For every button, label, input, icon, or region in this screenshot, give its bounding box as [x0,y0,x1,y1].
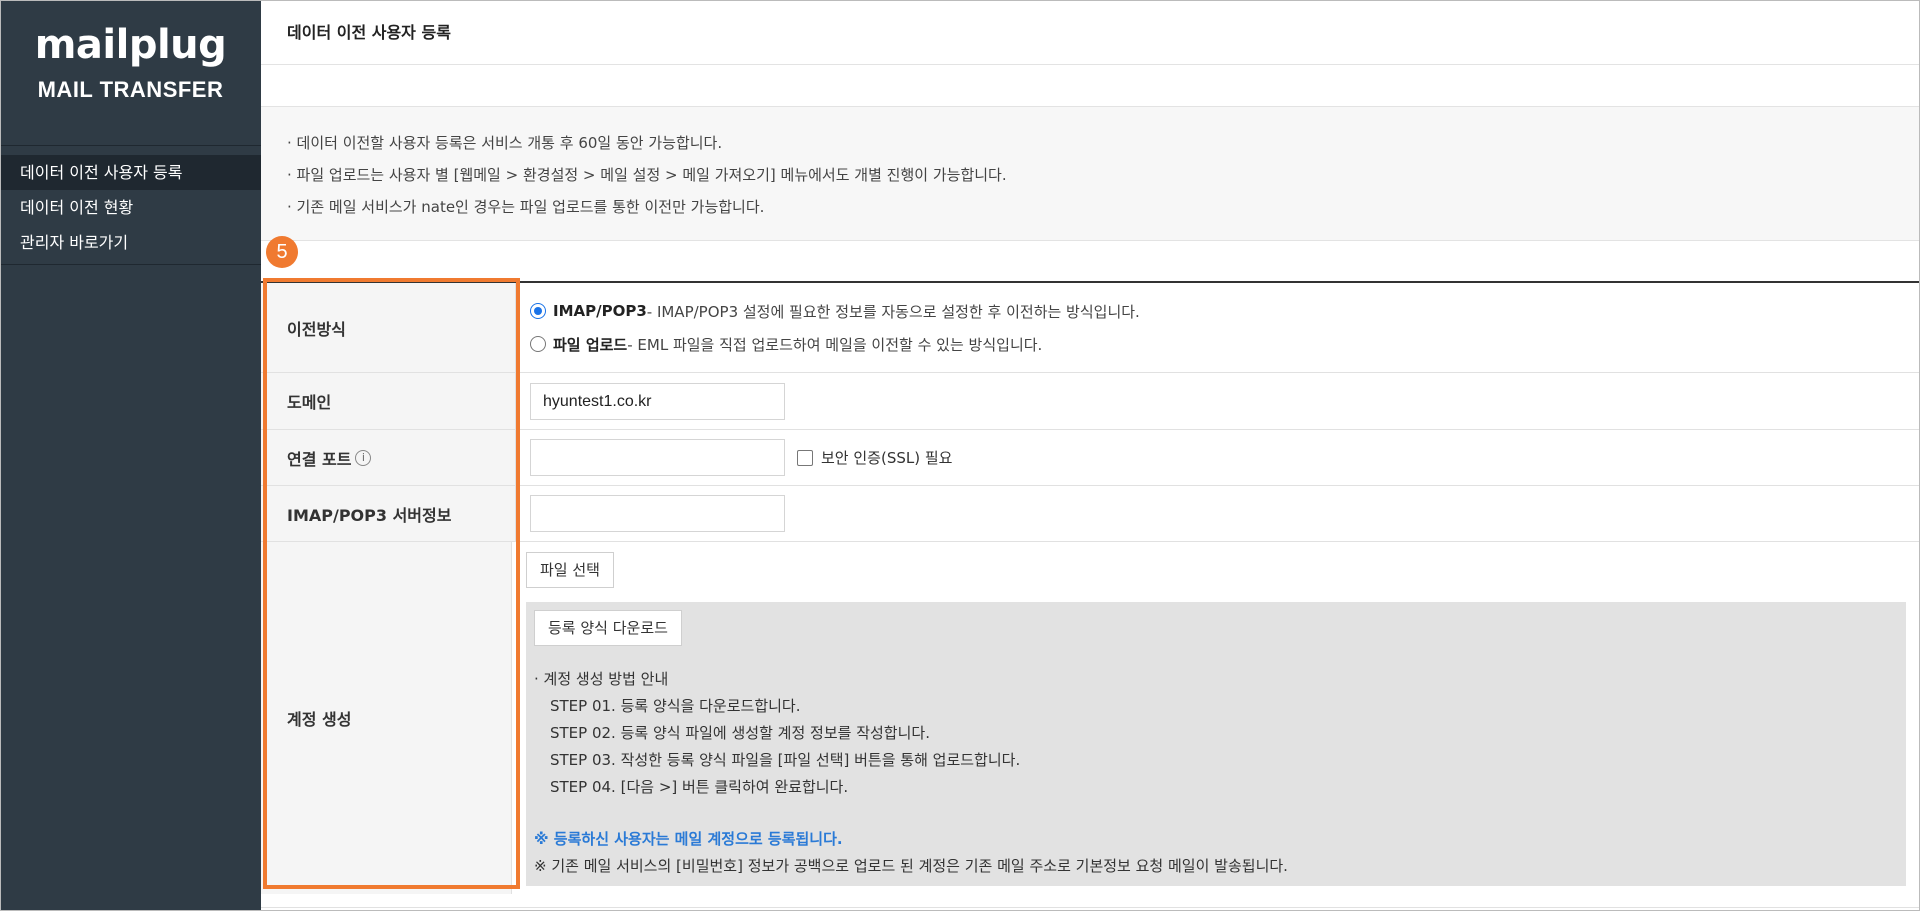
file-select-button[interactable]: 파일 선택 [526,552,614,588]
port-value-cell: 보안 인증(SSL) 필요 [516,430,1920,485]
guide-step: STEP 02. 등록 양식 파일에 생성할 계정 정보를 작성합니다. [550,724,930,742]
guide-note: ※ 기존 메일 서비스의 [비밀번호] 정보가 공백으로 업로드 된 계정은 기… [534,857,1288,875]
radio-imap[interactable] [530,303,546,319]
header-spacer [261,65,1920,106]
guide-step: STEP 01. 등록 양식을 다운로드합니다. [550,697,801,715]
notice-line: · 파일 업로드는 사용자 별 [웹메일 > 환경설정 > 메일 설정 > 메일… [287,166,1007,184]
guide-note-highlight: ※ 등록하신 사용자는 메일 계정으로 등록됩니다. [534,830,843,848]
nav-divider [0,264,261,265]
bottom-divider [261,907,1920,908]
guide-step: STEP 04. [다음 >] 버튼 클릭하여 완료합니다. [550,778,849,796]
port-input[interactable] [530,439,785,476]
brand[interactable]: mailplug MAIL TRANSFER [0,0,261,146]
port-row: 연결 포트 i 보안 인증(SSL) 필요 [261,430,1920,486]
domain-input[interactable]: hyuntest1.co.kr [530,382,785,420]
server-input[interactable] [530,495,785,532]
domain-row: 도메인 hyuntest1.co.kr [261,373,1920,430]
sidebar-item-admin-shortcut[interactable]: 관리자 바로가기 [0,225,261,260]
step-badge: 5 [266,236,298,268]
domain-label: 도메인 [261,373,516,429]
notice-line: · 기존 메일 서비스가 nate인 경우는 파일 업로드를 통한 이전만 가능… [287,198,765,216]
guide-box: 등록 양식 다운로드 · 계정 생성 방법 안내 STEP 01. 등록 양식을… [526,602,1906,886]
account-row: 계정 생성 파일 선택 등록 양식 다운로드 · 계정 생성 방법 안내 STE… [261,542,1920,894]
option-desc: - EML 파일을 직접 업로드하여 메일을 이전할 수 있는 방식입니다. [627,335,1043,354]
method-option-file-upload[interactable]: 파일 업로드 - EML 파일을 직접 업로드하여 메일을 이전할 수 있는 방… [530,328,1042,361]
port-label-cell: 연결 포트 i [261,430,516,485]
page-title: 데이터 이전 사용자 등록 [261,0,1920,65]
registration-form: 이전방식 IMAP/POP3 - IMAP/POP3 설정에 필요한 정보를 자… [261,281,1920,894]
account-value-cell: 파일 선택 등록 양식 다운로드 · 계정 생성 방법 안내 STEP 01. … [512,542,1920,894]
option-name: IMAP/POP3 [553,302,647,320]
info-icon[interactable]: i [355,449,372,466]
radio-file-upload[interactable] [530,336,546,352]
server-value-cell [516,486,1920,541]
sidebar-item-transfer-status[interactable]: 데이터 이전 현황 [0,190,261,225]
sidebar: mailplug MAIL TRANSFER 데이터 이전 사용자 등록 데이터… [0,0,261,911]
guide-title: · 계정 생성 방법 안내 [534,670,669,688]
notice-box: · 데이터 이전할 사용자 등록은 서비스 개통 후 60일 동안 가능합니다.… [261,106,1920,241]
guide-step: STEP 03. 작성한 등록 양식 파일을 [파일 선택] 버튼을 통해 업로… [550,751,1021,769]
brand-logo: mailplug [34,22,227,68]
method-row: 이전방식 IMAP/POP3 - IMAP/POP3 설정에 필요한 정보를 자… [261,283,1920,373]
server-label: IMAP/POP3 서버정보 [261,486,516,541]
method-options: IMAP/POP3 - IMAP/POP3 설정에 필요한 정보를 자동으로 설… [516,283,1920,372]
sidebar-item-user-registration[interactable]: 데이터 이전 사용자 등록 [0,155,261,190]
domain-value-cell: hyuntest1.co.kr [516,373,1920,429]
ssl-label: 보안 인증(SSL) 필요 [821,449,953,467]
option-name: 파일 업로드 [553,335,628,354]
brand-subtitle: MAIL TRANSFER [37,77,224,102]
ssl-checkbox[interactable] [797,449,813,466]
server-row: IMAP/POP3 서버정보 [261,486,1920,542]
port-label: 연결 포트 [287,449,352,469]
sidebar-nav: 데이터 이전 사용자 등록 데이터 이전 현황 관리자 바로가기 [0,155,261,265]
account-label: 계정 생성 [261,542,512,894]
download-template-button[interactable]: 등록 양식 다운로드 [534,610,682,646]
method-label: 이전방식 [261,283,516,372]
option-desc: - IMAP/POP3 설정에 필요한 정보를 자동으로 설정한 후 이전하는 … [646,302,1140,321]
method-option-imap[interactable]: IMAP/POP3 - IMAP/POP3 설정에 필요한 정보를 자동으로 설… [530,295,1140,328]
notice-line: · 데이터 이전할 사용자 등록은 서비스 개통 후 60일 동안 가능합니다. [287,134,723,152]
